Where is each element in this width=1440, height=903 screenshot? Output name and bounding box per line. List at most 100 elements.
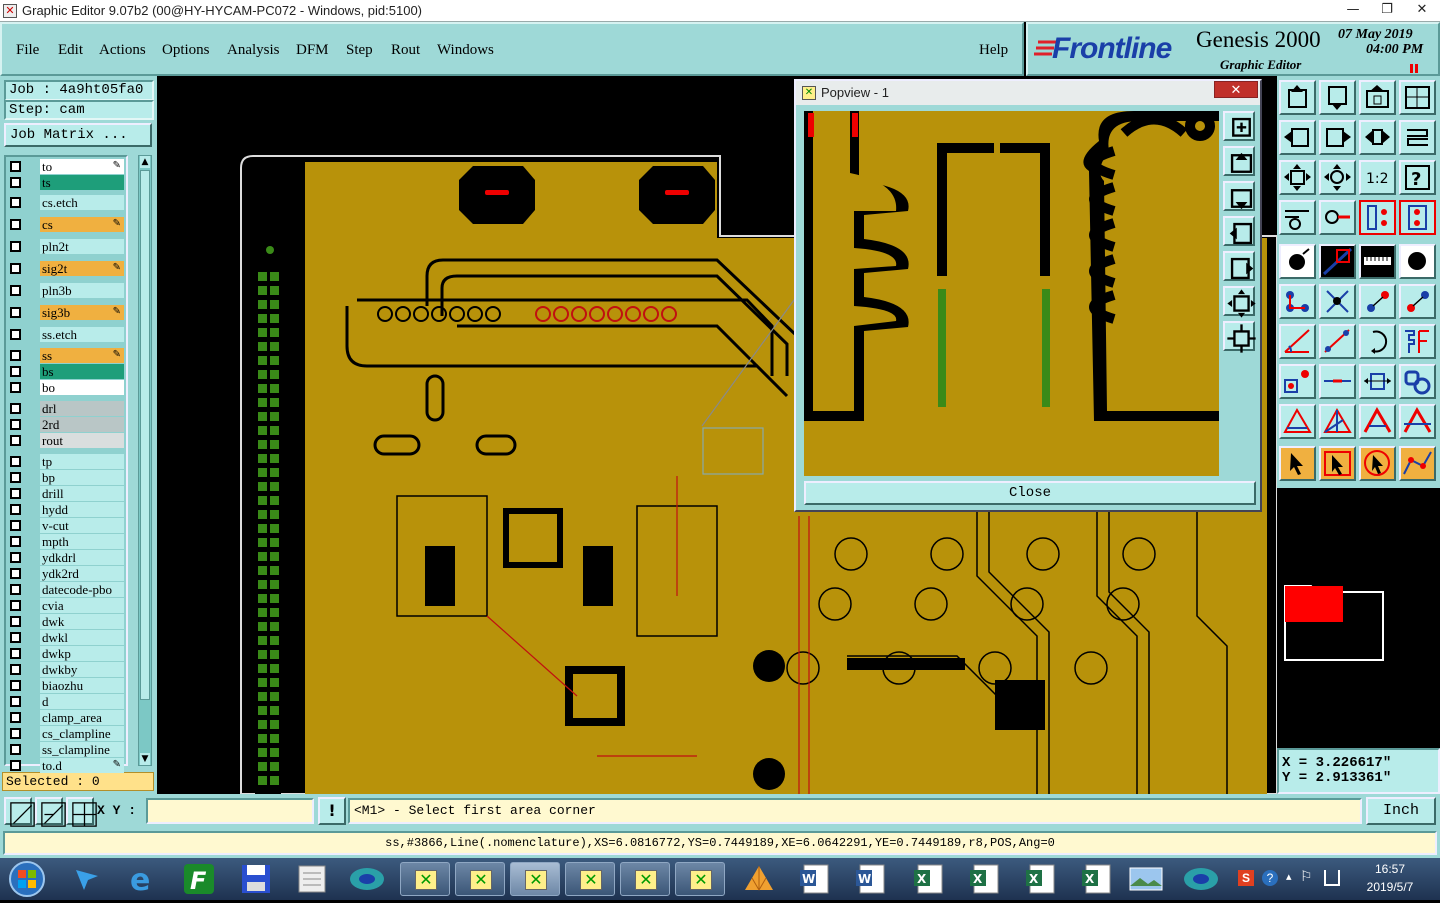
layer-checkbox[interactable] <box>10 285 21 296</box>
layer-checkbox[interactable] <box>10 696 21 707</box>
layer-checkbox[interactable] <box>10 728 21 739</box>
popview-zoom-out-icon[interactable] <box>1223 321 1256 353</box>
layer-row-rout[interactable]: rout <box>8 433 124 448</box>
layer-checkbox[interactable] <box>10 536 21 547</box>
layer-row-cs[interactable]: cs ✎ <box>8 217 124 232</box>
excel-icon-4[interactable]: X <box>1072 860 1122 898</box>
layer-row-to-d[interactable]: to.d ✎ <box>8 758 124 773</box>
picture-viewer-icon[interactable] <box>1120 860 1170 898</box>
zoom-center-icon[interactable] <box>1319 160 1356 195</box>
diagonal-line-icon[interactable] <box>1319 324 1356 359</box>
tray-expand-icon[interactable]: ▴ <box>1286 870 1292 883</box>
layer-checkbox[interactable] <box>10 350 21 361</box>
layer-checkbox[interactable] <box>10 600 21 611</box>
layer-row-drill[interactable]: drill <box>8 486 124 501</box>
layer-row-dwk[interactable]: dwk <box>8 614 124 629</box>
text-edit-icon[interactable] <box>1399 324 1436 359</box>
pad-circle-icon[interactable] <box>1399 244 1436 279</box>
layer-checkbox[interactable] <box>10 680 21 691</box>
snap-grid-icon[interactable] <box>4 797 35 827</box>
triangle-red-icon[interactable] <box>1279 404 1316 439</box>
layer-checkbox[interactable] <box>10 568 21 579</box>
layer-checkbox[interactable] <box>10 307 21 318</box>
scroll-thumb[interactable] <box>140 170 150 700</box>
tray-help-icon[interactable]: ? <box>1262 870 1278 886</box>
menu-options[interactable]: Options <box>162 42 210 59</box>
popview-pan-left-icon[interactable] <box>1223 216 1255 246</box>
messenger-icon[interactable] <box>62 860 112 898</box>
word-doc-icon-1[interactable]: W <box>790 860 840 898</box>
layer-row-mpth[interactable]: mpth <box>8 534 124 549</box>
restore-button[interactable]: ❐ <box>1370 0 1404 20</box>
taskbar-window-6[interactable]: ✕ <box>675 862 725 896</box>
popview-zoom-in-icon[interactable] <box>1223 111 1255 141</box>
zoom-down-icon[interactable] <box>1319 80 1356 115</box>
word-doc-icon-2[interactable]: W <box>846 860 896 898</box>
pointer-circle-icon[interactable] <box>1359 446 1396 481</box>
zoom-grid-icon[interactable] <box>1399 80 1436 115</box>
mirror-icon[interactable] <box>1359 120 1396 155</box>
layer-row-hydd[interactable]: hydd <box>8 502 124 517</box>
layer-checkbox[interactable] <box>10 472 21 483</box>
triangle-blue-icon[interactable] <box>1319 404 1356 439</box>
layer-checkbox[interactable] <box>10 648 21 659</box>
taskbar-window-4[interactable]: ✕ <box>565 862 615 896</box>
popview-pan-down-icon[interactable] <box>1223 181 1255 211</box>
units-button[interactable]: Inch <box>1366 797 1436 825</box>
pan-right-icon[interactable] <box>1319 120 1356 155</box>
split-line-icon[interactable] <box>1319 364 1356 399</box>
frontline-app-icon[interactable]: F <box>174 860 224 898</box>
layer-checkbox[interactable] <box>10 712 21 723</box>
layer-checkbox[interactable] <box>10 435 21 446</box>
move-point-icon[interactable] <box>1359 284 1396 319</box>
angle-line-icon[interactable] <box>1279 324 1316 359</box>
layer-checkbox[interactable] <box>10 504 21 515</box>
pan-left-icon[interactable] <box>1279 120 1316 155</box>
layer-row-sig2t[interactable]: sig2t ✎ <box>8 261 124 276</box>
layer-checkbox[interactable] <box>10 419 21 430</box>
menu-analysis[interactable]: Analysis <box>227 42 280 59</box>
menu-file[interactable]: File <box>16 42 39 59</box>
layer-checkbox[interactable] <box>10 219 21 230</box>
menu-edit[interactable]: Edit <box>58 42 83 59</box>
layer-row-drl[interactable]: drl <box>8 401 124 416</box>
triangle-line-icon[interactable] <box>1399 404 1436 439</box>
layer-row-bo[interactable]: bo <box>8 380 124 395</box>
probe-red-icon[interactable] <box>1319 200 1356 235</box>
taskbar-window-2[interactable]: ✕ <box>455 862 505 896</box>
ruler-icon[interactable] <box>1359 244 1396 279</box>
tray-s-icon[interactable]: S <box>1238 870 1254 886</box>
layer-color-icon[interactable] <box>1319 244 1356 279</box>
layer-row-clamp-area[interactable]: clamp_area <box>8 710 124 725</box>
layer-row-ss[interactable]: ss ✎ <box>8 348 124 363</box>
shape-group-icon[interactable] <box>1399 364 1436 399</box>
pointer-box-icon[interactable] <box>1319 446 1356 481</box>
taskbar-window-5[interactable]: ✕ <box>620 862 670 896</box>
job-matrix-button[interactable]: Job Matrix ... <box>4 123 152 147</box>
pointer-arrow-icon[interactable] <box>1279 446 1316 481</box>
layer-row-bs[interactable]: bs <box>8 364 124 379</box>
popview-close-button[interactable]: Close <box>804 481 1256 505</box>
layer-list-scrollbar[interactable]: ▲ ▼ <box>138 155 152 766</box>
layer-row-dwkp[interactable]: dwkp <box>8 646 124 661</box>
layer-checkbox[interactable] <box>10 403 21 414</box>
layer-row-cvia[interactable]: cvia <box>8 598 124 613</box>
layer-row-2rd[interactable]: 2rd <box>8 417 124 432</box>
tray-network-icon[interactable] <box>1324 870 1340 886</box>
layer-row-pln2t[interactable]: pln2t <box>8 239 124 254</box>
excel-icon-3[interactable]: X <box>1016 860 1066 898</box>
layer-checkbox[interactable] <box>10 584 21 595</box>
layer-row-to[interactable]: to ✎ <box>8 159 124 174</box>
layer-row-cs-clampline[interactable]: cs_clampline <box>8 726 124 741</box>
layer-checkbox[interactable] <box>10 177 21 188</box>
layer-checkbox[interactable] <box>10 744 21 755</box>
overview-map[interactable] <box>1277 488 1440 748</box>
close-window-button[interactable]: ✕ <box>1404 0 1440 20</box>
layer-row-v-cut[interactable]: v-cut <box>8 518 124 533</box>
excel-icon-2[interactable]: X <box>960 860 1010 898</box>
layer-row-ss-etch[interactable]: ss.etch <box>8 327 124 342</box>
menu-step[interactable]: Step <box>346 42 373 59</box>
layer-row-bp[interactable]: bp <box>8 470 124 485</box>
internet-explorer-icon[interactable]: e <box>118 860 168 898</box>
layer-row-tp[interactable]: tp <box>8 454 124 469</box>
